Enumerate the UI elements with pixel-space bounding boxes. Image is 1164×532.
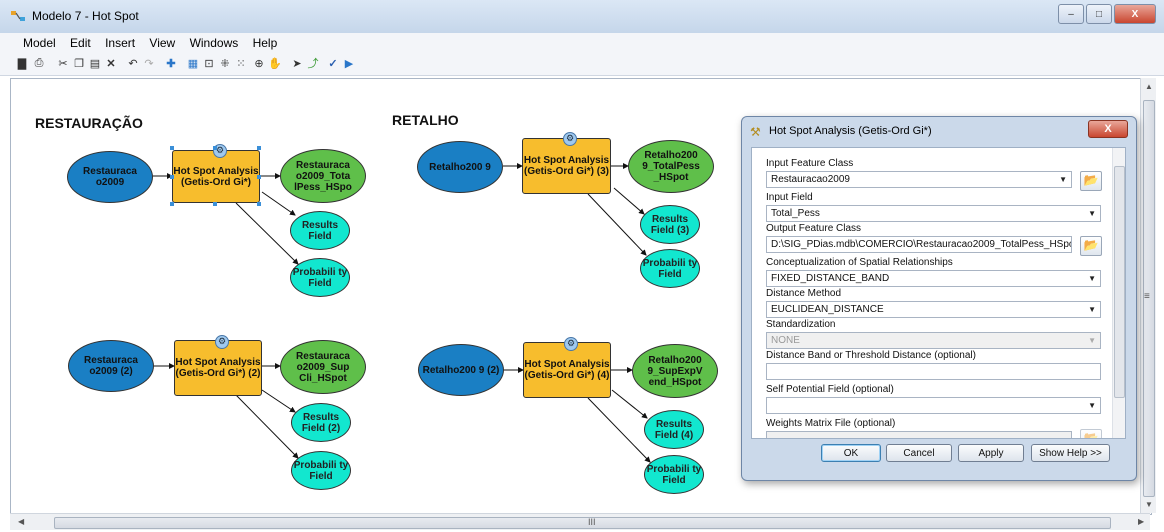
selection-handle[interactable] [257,175,261,179]
chevron-down-icon[interactable]: ▼ [1088,333,1096,348]
connector [611,389,648,419]
section-title-retalho: RETALHO [392,112,459,128]
dialog-scrollbar[interactable] [1112,148,1125,438]
tool-gear-icon: ⚙ [215,335,229,349]
chevron-down-icon[interactable]: ▼ [1088,271,1096,286]
horizontal-scrollbar[interactable]: ◀ III ▶ [10,513,1150,530]
apply-button[interactable]: Apply [958,444,1024,462]
conceptualization-select[interactable]: FIXED_DISTANCE_BAND ▼ [766,270,1101,287]
connector [235,202,299,265]
output-feature-class-label: Output Feature Class [766,223,862,234]
input-data-node[interactable]: Retalho200 9 [417,141,503,193]
section-title-restauracao: RESTAURAÇÃO [35,115,143,131]
connector [587,193,647,256]
input-data-node[interactable]: Retalho200 9 (2) [418,344,504,396]
dialog-scroll-thumb[interactable] [1114,166,1125,398]
input-data-node[interactable]: Restauraca o2009 [67,151,153,203]
hot-spot-analysis-dialog: ⚒ Hot Spot Analysis (Getis-Ord Gi*) X In… [741,116,1137,481]
distance-band-label: Distance Band or Threshold Distance (opt… [766,350,976,361]
model-window: Modelo 7 - Hot Spot ‒ □ X Model Edit Ins… [0,0,1164,532]
self-potential-label: Self Potential Field (optional) [766,384,894,395]
tool-hammer-icon: ⚒ [750,125,761,139]
weights-matrix-label: Weights Matrix File (optional) [766,418,896,429]
input-feature-class-value: Restauracao2009 [771,174,850,185]
chevron-down-icon[interactable]: ▼ [1059,172,1067,187]
distance-method-value: EUCLIDEAN_DISTANCE [771,304,884,315]
probability-field-node[interactable]: Probabili ty Field [291,451,351,490]
input-field-select[interactable]: Total_Pess ▼ [766,205,1101,222]
connector [587,397,651,463]
output-data-node[interactable]: Restauraca o2009_Sup Cli_HSpot [280,340,366,394]
connector [235,394,299,459]
standardization-select[interactable]: NONE ▼ [766,332,1101,349]
dialog-title: Hot Spot Analysis (Getis-Ord Gi*) [769,125,932,137]
distance-band-input[interactable] [766,363,1101,380]
dialog-close-button[interactable]: X [1088,120,1128,138]
chevron-down-icon[interactable]: ▼ [1088,206,1096,221]
probability-field-node[interactable]: Probabili ty Field [640,249,700,288]
tool-gear-icon: ⚙ [563,132,577,146]
standardization-label: Standardization [766,319,836,330]
chevron-down-icon[interactable]: ▼ [1088,398,1096,413]
scroll-up-icon[interactable]: ▲ [1145,82,1153,91]
browse-folder-icon[interactable]: 📂 [1080,171,1102,191]
parameters-panel: Input Feature Class Restauracao2009 ▼ 📂 … [751,147,1126,439]
standardization-value: NONE [771,335,800,346]
conceptualization-value: FIXED_DISTANCE_BAND [771,273,890,284]
connector [261,191,296,216]
tool-node[interactable]: Hot Spot Analysis (Getis-Ord Gi*) (4) [523,342,611,398]
show-help-button[interactable]: Show Help >> [1031,444,1110,462]
scroll-left-icon[interactable]: ◀ [18,517,24,526]
output-data-node[interactable]: Restauraca o2009_Tota lPess_HSpo [280,149,366,203]
cancel-button[interactable]: Cancel [886,444,952,462]
selection-handle[interactable] [257,202,261,206]
chevron-down-icon[interactable]: ▼ [1088,302,1096,317]
input-feature-class-select[interactable]: Restauracao2009 ▼ [766,171,1072,188]
connector [613,187,645,215]
scroll-grip-icon: ≡ [1144,291,1150,302]
distance-method-label: Distance Method [766,288,842,299]
results-field-node[interactable]: Results Field (3) [640,205,700,244]
horizontal-scroll-thumb[interactable] [54,517,1111,529]
ok-button[interactable]: OK [821,444,881,462]
tool-node[interactable]: Hot Spot Analysis (Getis-Ord Gi*) (3) [522,138,611,194]
probability-field-node[interactable]: Probabili ty Field [644,455,704,494]
conceptualization-label: Conceptualization of Spatial Relationshi… [766,257,953,268]
selection-handle[interactable] [213,202,217,206]
input-field-value: Total_Pess [771,208,820,219]
results-field-node[interactable]: Results Field (2) [291,403,351,442]
selection-handle[interactable] [170,146,174,150]
distance-method-select[interactable]: EUCLIDEAN_DISTANCE ▼ [766,301,1101,318]
input-field-label: Input Field [766,192,813,203]
selection-handle[interactable] [257,146,261,150]
scroll-grip-icon: III [588,517,596,527]
output-data-node[interactable]: Retalho200 9_SupExpV end_HSpot [632,344,718,398]
tool-node[interactable]: Hot Spot Analysis (Getis-Ord Gi*) (2) [174,340,262,396]
weights-matrix-input[interactable] [766,431,1072,438]
selection-handle[interactable] [170,175,174,179]
self-potential-select[interactable]: ▼ [766,397,1101,414]
input-data-node[interactable]: Restauraca o2009 (2) [68,340,154,392]
tool-gear-icon: ⚙ [564,337,578,351]
output-feature-class-input[interactable]: D:\SIG_PDias.mdb\COMERCIO\Restauracao200… [766,236,1072,253]
browse-folder-icon[interactable]: 📂 [1080,429,1102,438]
tool-node[interactable]: Hot Spot Analysis (Getis-Ord Gi*) [172,150,260,203]
input-feature-class-label: Input Feature Class [766,158,854,169]
scroll-down-icon[interactable]: ▼ [1145,500,1153,509]
selection-handle[interactable] [170,202,174,206]
selection-handle[interactable] [213,146,217,150]
vertical-scrollbar[interactable]: ▲ ≡ ▼ [1140,78,1156,513]
probability-field-node[interactable]: Probabili ty Field [290,258,350,297]
browse-folder-icon[interactable]: 📂 [1080,236,1102,256]
output-data-node[interactable]: Retalho200 9_TotalPess _HSpot [628,140,714,193]
scroll-right-icon[interactable]: ▶ [1138,517,1144,526]
connector [261,389,296,413]
results-field-node[interactable]: Results Field (4) [644,410,704,449]
results-field-node[interactable]: Results Field [290,211,350,250]
